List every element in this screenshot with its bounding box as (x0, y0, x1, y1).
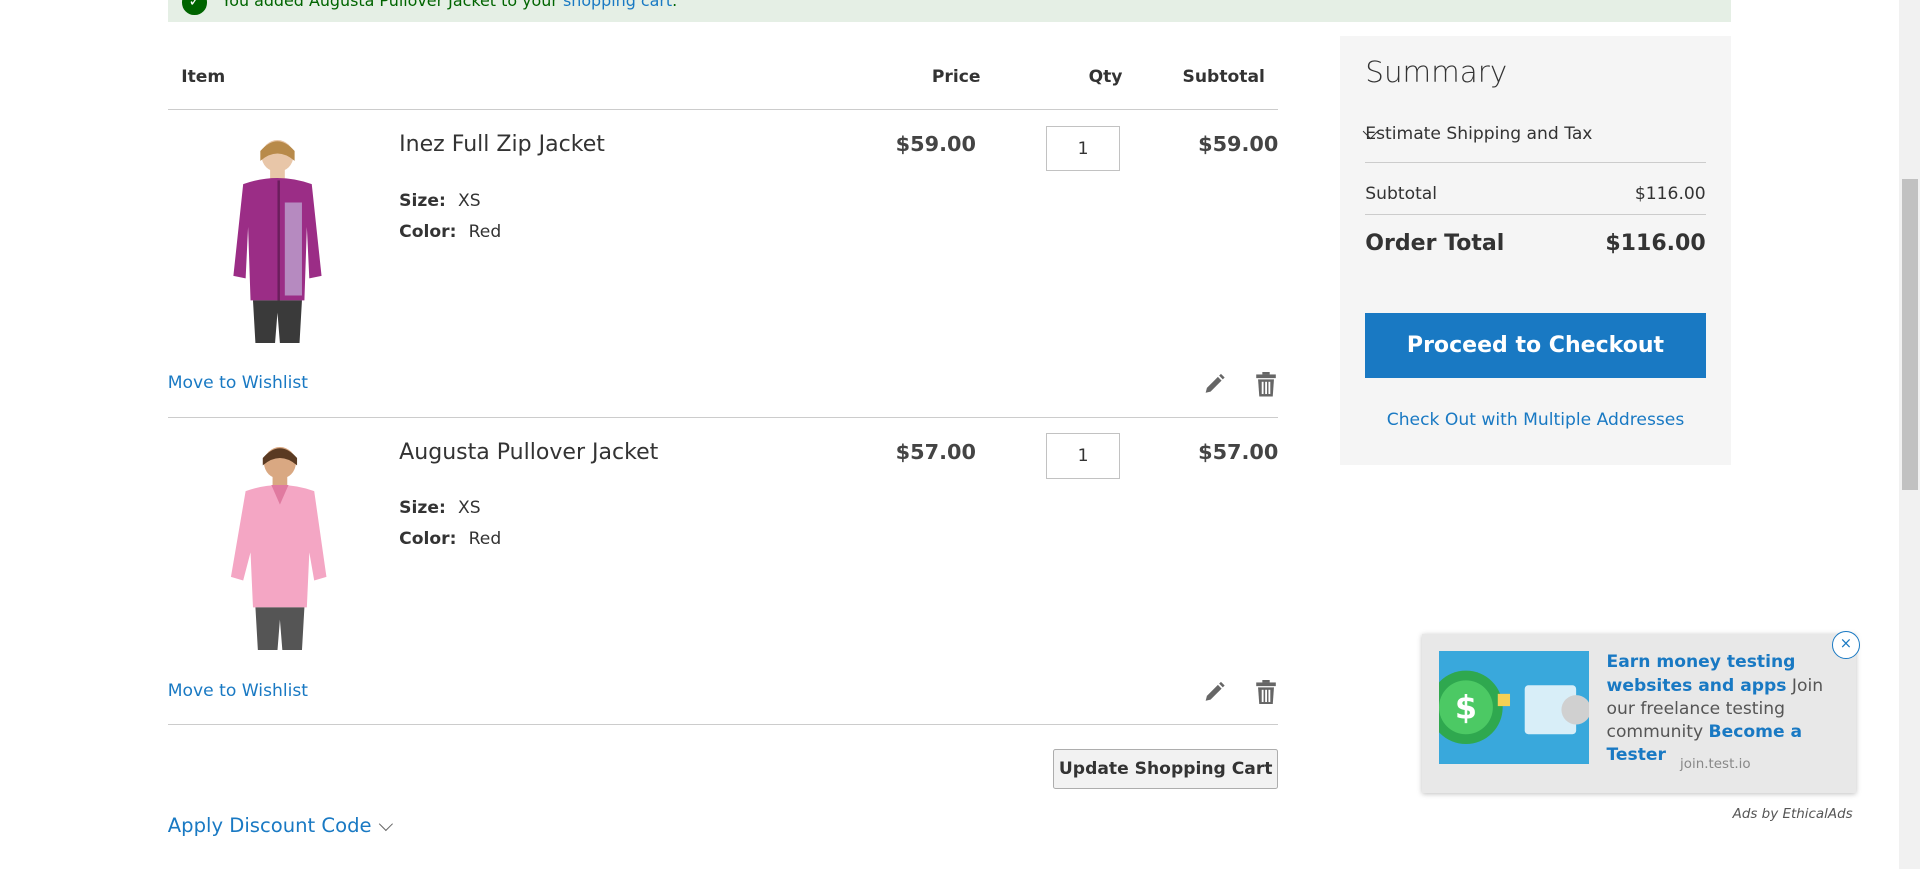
order-total-label: Order Total (1365, 231, 1505, 257)
success-message-text: You added Augusta Pullover Jacket to you… (222, 0, 678, 10)
option-color: Color: Red (399, 221, 502, 242)
order-total-row: Order Total $116.00 (1365, 231, 1705, 256)
product-name[interactable]: Augusta Pullover Jacket (399, 440, 658, 465)
update-shopping-cart-button[interactable]: Update Shopping Cart (1053, 749, 1279, 789)
summary-subtotal-value: $116.00 (1634, 183, 1706, 204)
pencil-icon[interactable] (1202, 372, 1226, 396)
chevron-down-icon (379, 816, 394, 831)
move-to-wishlist-link[interactable]: Move to Wishlist (168, 373, 308, 393)
order-total-value: $116.00 (1605, 231, 1706, 257)
summary-divider (1365, 214, 1706, 216)
cart-item: Inez Full Zip Jacket Size: XS Color: Red $… (167, 110, 1279, 418)
svg-text:$: $ (1455, 689, 1477, 727)
cart-item: Augusta Pullover Jacket Size: XS Color: Re… (167, 418, 1279, 725)
trash-icon[interactable] (1255, 372, 1277, 397)
proceed-to-checkout-button[interactable]: Proceed to Checkout (1365, 313, 1706, 379)
order-summary: Summary Estimate Shipping and Tax Subtot… (1339, 35, 1732, 466)
vertical-scrollbar[interactable] (1899, 0, 1920, 869)
option-size: Size: XS (399, 191, 481, 212)
header-subtotal: Subtotal (1182, 67, 1265, 88)
ad-text[interactable]: Earn money testing websites and apps Joi… (1607, 651, 1846, 767)
multiple-addresses-link[interactable]: Check Out with Multiple Addresses (1365, 410, 1705, 430)
product-image-augusta-jacket[interactable] (204, 435, 352, 651)
item-price: $59.00 (895, 132, 976, 157)
item-subtotal: $57.00 (1198, 439, 1279, 464)
product-image-inez-jacket[interactable] (204, 128, 352, 343)
success-message: ✓ You added Augusta Pullover Jacket to y… (167, 0, 1732, 23)
qty-input[interactable] (1045, 433, 1121, 479)
shopping-cart-link[interactable]: shopping cart (563, 0, 672, 10)
estimate-shipping-label: Estimate Shipping and Tax (1365, 123, 1593, 144)
ad-widget: $ × Earn money testing websites and apps… (1421, 630, 1860, 794)
trash-icon[interactable] (1255, 679, 1277, 705)
item-subtotal: $59.00 (1198, 132, 1279, 157)
summary-subtotal-row: Subtotal $116.00 (1365, 184, 1705, 204)
qty-input[interactable] (1045, 126, 1121, 172)
summary-title: Summary (1365, 55, 1508, 90)
item-price: $57.00 (895, 439, 976, 464)
apply-discount-toggle[interactable]: Apply Discount Code (167, 814, 394, 838)
scrollbar-thumb[interactable] (1901, 178, 1918, 490)
option-size: Size: XS (399, 498, 481, 519)
header-qty: Qty (1088, 67, 1123, 88)
header-price: Price (931, 67, 981, 88)
option-color: Color: Red (399, 528, 502, 549)
cart-table-header: Item Price Qty Subtotal (167, 49, 1279, 111)
header-item: Item (181, 67, 226, 88)
move-to-wishlist-link[interactable]: Move to Wishlist (168, 681, 308, 701)
estimate-shipping-toggle[interactable]: Estimate Shipping and Tax (1363, 114, 1706, 163)
checkmark-icon: ✓ (182, 0, 207, 15)
product-name[interactable]: Inez Full Zip Jacket (399, 132, 605, 157)
ad-image[interactable]: $ (1438, 651, 1590, 765)
pencil-icon[interactable] (1202, 680, 1226, 704)
ad-headline[interactable]: Earn money testing websites and apps (1607, 652, 1796, 695)
ad-domain: join.test.io (1680, 756, 1751, 772)
summary-subtotal-label: Subtotal (1365, 183, 1438, 204)
apply-discount-label: Apply Discount Code (167, 814, 372, 838)
ads-attribution[interactable]: Ads by EthicalAds (1733, 807, 1853, 822)
